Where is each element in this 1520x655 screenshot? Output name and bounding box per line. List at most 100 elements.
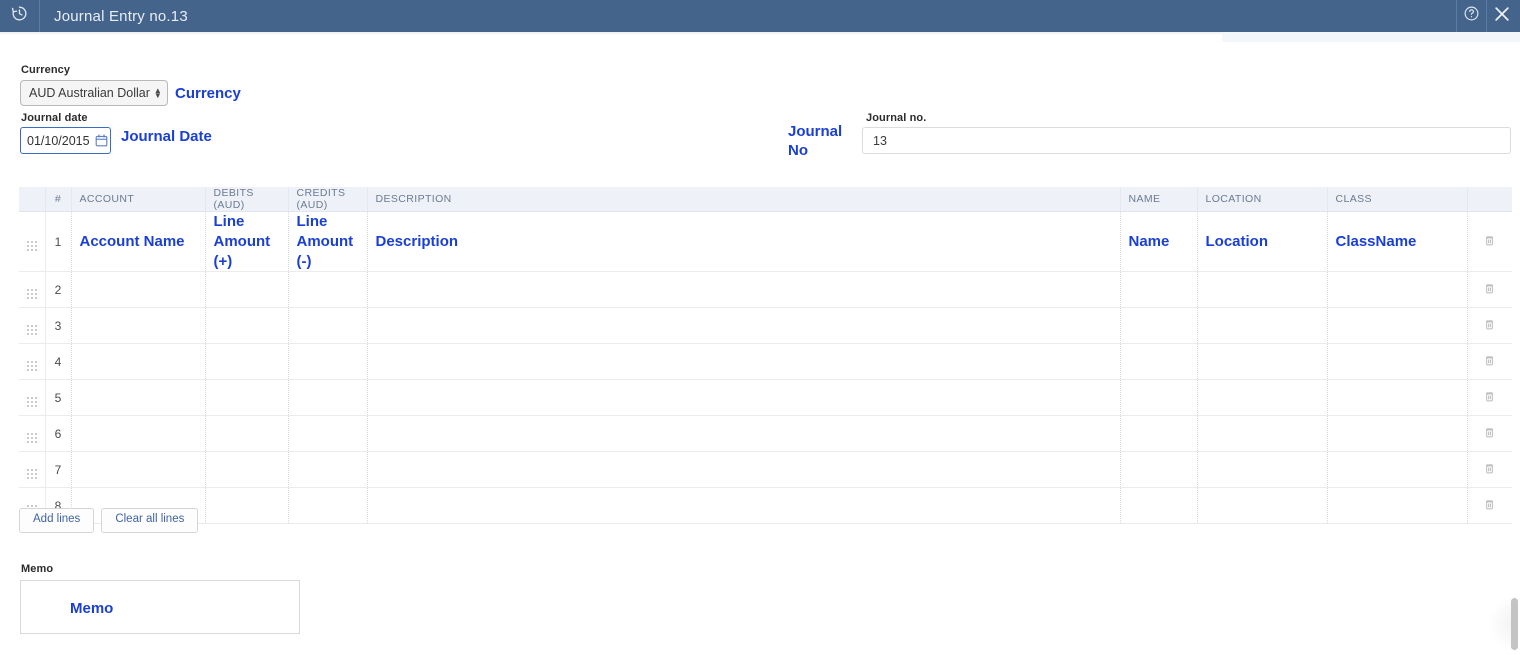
table-row[interactable]: 7 (19, 451, 1512, 489)
table-row[interactable]: 5 (19, 379, 1512, 417)
cell-name[interactable]: Name (1120, 211, 1198, 273)
currency-select[interactable]: AUD Australian Dollar ▲ ▼ (20, 80, 168, 106)
cell-class[interactable] (1327, 307, 1468, 345)
cell-credits[interactable] (288, 343, 368, 381)
cell-debits[interactable] (205, 487, 289, 525)
row-drag-handle[interactable] (19, 379, 46, 417)
cell-location[interactable]: Location (1197, 211, 1328, 273)
cell-debits[interactable] (205, 379, 289, 417)
row-delete-button[interactable] (1467, 343, 1512, 381)
th-location[interactable]: LOCATION (1197, 187, 1328, 212)
journal-date-input[interactable]: 01/10/2015 (20, 127, 111, 154)
cell-location[interactable] (1197, 487, 1328, 525)
cell-debits[interactable] (205, 415, 289, 453)
cell-location[interactable] (1197, 415, 1328, 453)
table-row[interactable]: 8 (19, 487, 1512, 525)
vertical-scrollbar-thumb[interactable] (1511, 598, 1518, 650)
cell-credits[interactable] (288, 379, 368, 417)
cell-credits[interactable] (288, 415, 368, 453)
table-row[interactable]: 1 Account Name Line Amount (+) Line Amount … (19, 211, 1512, 273)
th-name[interactable]: NAME (1120, 187, 1198, 212)
cell-credits[interactable] (288, 451, 368, 489)
row-delete-button[interactable] (1467, 211, 1512, 273)
calendar-icon[interactable] (94, 133, 109, 148)
memo-input[interactable] (20, 580, 300, 634)
row-delete-button[interactable] (1467, 415, 1512, 453)
row-drag-handle[interactable] (19, 307, 46, 345)
th-credits[interactable]: CREDITS (AUD) (288, 187, 368, 212)
cell-class[interactable] (1327, 415, 1468, 453)
cell-name[interactable] (1120, 343, 1198, 381)
cell-class[interactable] (1327, 451, 1468, 489)
table-row[interactable]: 6 (19, 415, 1512, 453)
cell-class[interactable] (1327, 487, 1468, 525)
row-drag-handle[interactable] (19, 271, 46, 309)
drag-handle-icon[interactable] (26, 397, 37, 408)
cell-credits[interactable] (288, 271, 368, 309)
row-drag-handle[interactable] (19, 343, 46, 381)
drag-handle-icon[interactable] (26, 469, 37, 480)
drag-handle-icon[interactable] (26, 361, 37, 372)
cell-credits[interactable]: Line Amount (-) (288, 211, 368, 273)
th-debits[interactable]: DEBITS (AUD) (205, 187, 289, 212)
cell-location[interactable] (1197, 307, 1328, 345)
cell-class[interactable] (1327, 343, 1468, 381)
cell-name[interactable] (1120, 271, 1198, 309)
cell-description[interactable] (367, 487, 1121, 525)
drag-handle-icon[interactable] (26, 289, 37, 300)
cell-name[interactable] (1120, 487, 1198, 525)
cell-name[interactable] (1120, 415, 1198, 453)
cell-name[interactable] (1120, 307, 1198, 345)
drag-handle-icon[interactable] (26, 325, 37, 336)
row-drag-handle[interactable] (19, 415, 46, 453)
trash-icon[interactable] (1483, 356, 1496, 370)
trash-icon[interactable] (1483, 428, 1496, 442)
table-row[interactable]: 4 (19, 343, 1512, 381)
help-button[interactable] (1456, 0, 1486, 32)
cell-account[interactable] (71, 271, 206, 309)
cell-credits[interactable] (288, 307, 368, 345)
cell-description[interactable] (367, 451, 1121, 489)
trash-icon[interactable] (1483, 320, 1496, 334)
cell-description[interactable]: Description (367, 211, 1121, 273)
cell-description[interactable] (367, 271, 1121, 309)
drag-handle-icon[interactable] (26, 241, 37, 252)
trash-icon[interactable] (1483, 284, 1496, 298)
cell-debits[interactable] (205, 271, 289, 309)
table-row[interactable]: 2 (19, 271, 1512, 309)
row-delete-button[interactable] (1467, 487, 1512, 525)
cell-debits[interactable] (205, 451, 289, 489)
trash-icon[interactable] (1483, 392, 1496, 406)
clear-all-lines-button[interactable]: Clear all lines (101, 508, 199, 533)
cell-description[interactable] (367, 415, 1121, 453)
cell-account[interactable]: Account Name (71, 211, 206, 273)
th-account[interactable]: ACCOUNT (71, 187, 206, 212)
cell-account[interactable] (71, 415, 206, 453)
cell-location[interactable] (1197, 379, 1328, 417)
cell-debits[interactable] (205, 307, 289, 345)
cell-description[interactable] (367, 343, 1121, 381)
add-lines-button[interactable]: Add lines (19, 508, 95, 533)
row-drag-handle[interactable] (19, 211, 46, 273)
cell-location[interactable] (1197, 343, 1328, 381)
cell-debits[interactable] (205, 343, 289, 381)
cell-account[interactable] (71, 379, 206, 417)
cell-credits[interactable] (288, 487, 368, 525)
row-delete-button[interactable] (1467, 271, 1512, 309)
cell-debits[interactable]: Line Amount (+) (205, 211, 289, 273)
cell-description[interactable] (367, 307, 1121, 345)
cell-account[interactable] (71, 343, 206, 381)
row-delete-button[interactable] (1467, 379, 1512, 417)
drag-handle-icon[interactable] (26, 433, 37, 444)
trash-icon[interactable] (1483, 464, 1496, 478)
cell-name[interactable] (1120, 379, 1198, 417)
cell-name[interactable] (1120, 451, 1198, 489)
cell-account[interactable] (71, 451, 206, 489)
trash-icon[interactable] (1483, 236, 1496, 250)
cell-location[interactable] (1197, 271, 1328, 309)
cell-description[interactable] (367, 379, 1121, 417)
cell-class[interactable]: ClassName (1327, 211, 1468, 273)
cell-class[interactable] (1327, 379, 1468, 417)
th-description[interactable]: DESCRIPTION (367, 187, 1121, 212)
row-delete-button[interactable] (1467, 307, 1512, 345)
